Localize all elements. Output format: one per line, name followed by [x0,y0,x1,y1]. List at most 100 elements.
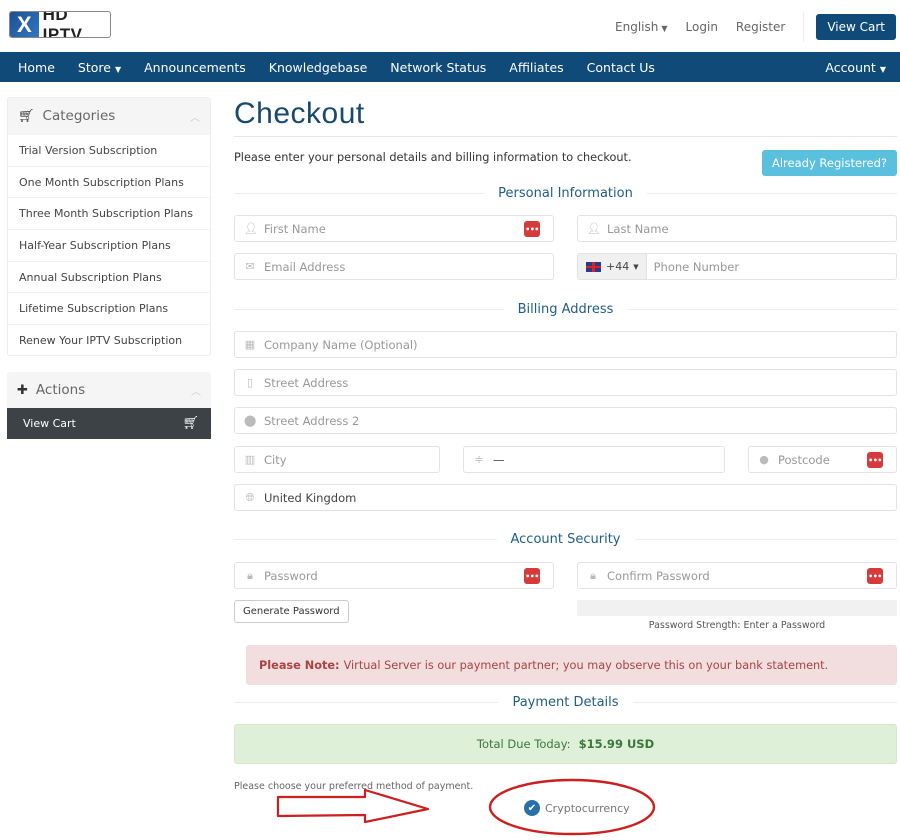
category-item[interactable]: One Month Subscription Plans [8,165,210,198]
postcode-field[interactable]: ● Postcode ••• [748,446,897,473]
confirm-password-field[interactable]: 🔒︎ Confirm Password ••• [577,562,897,589]
password-manager-icon[interactable]: ••• [524,568,540,584]
language-selector[interactable]: English ▼ [615,20,668,34]
lock-icon: 🔒︎ [590,568,596,582]
city-placeholder: City [264,452,287,467]
total-amount: $15.99 USD [578,737,655,751]
country-code: +44 [606,260,630,273]
company-name-field[interactable]: ▦ Company Name (Optional) [234,331,897,358]
nav-announcements[interactable]: Announcements [133,60,258,75]
divider [803,12,805,42]
section-title-text: Account Security [510,531,621,547]
category-item[interactable]: Annual Subscription Plans [8,260,210,293]
map-marker-icon: ⬤ [244,414,257,427]
chevron-up-icon[interactable]: ︿ [191,383,201,398]
payment-partner-note: Please Note: Virtual Server is our payme… [246,645,897,685]
password-strength-text: Password Strength: Enter a Password [648,620,826,631]
cart-icon: 🛒︎ [182,416,199,431]
main-nav: Home Store ▼ Announcements Knowledgebase … [0,52,900,82]
checkout-intro: Please enter your personal details and b… [234,151,632,164]
password-manager-icon[interactable]: ••• [867,452,883,468]
city-field[interactable]: ▥ City [234,446,440,473]
street-address-field[interactable]: ▯ Street Address [234,369,897,396]
country-code-selector[interactable]: +44 ▼ [578,254,647,279]
total-due-box: Total Due Today: $15.99 USD [234,724,897,764]
categories-header[interactable]: 🛒︎ Categories ︿ [8,98,210,134]
nav-affiliates[interactable]: Affiliates [498,60,575,75]
logo-text: HD IPTV [42,11,83,38]
state-value: — [493,452,505,467]
globe-icon: 🌐︎ [245,490,255,504]
nav-announcements-label: Announcements [144,59,246,75]
confirm-password-placeholder: Confirm Password [607,568,710,583]
logo[interactable]: X HD IPTV [9,11,111,38]
caret-down-icon: ▼ [114,64,122,74]
certificate-icon: ● [759,453,769,466]
actions-panel: ✚ Actions ︿ View Cart 🛒︎ [7,372,211,439]
actions-title: Actions [35,382,86,398]
category-item[interactable]: Renew Your IPTV Subscription [8,324,210,356]
nav-contact-us-label: Contact Us [586,59,655,75]
password-placeholder: Password [264,568,318,583]
section-account-security: Account Security [234,529,897,549]
nav-store-label: Store [77,59,111,75]
nav-knowledgebase[interactable]: Knowledgebase [258,60,380,75]
envelope-icon: ✉ [245,260,255,273]
category-item[interactable]: Half-Year Subscription Plans [8,229,210,261]
payment-method-label: Cryptocurrency [545,801,630,815]
categories-title: Categories [42,108,116,124]
nav-home-label: Home [18,59,55,75]
password-manager-icon[interactable]: ••• [867,568,883,584]
category-item[interactable]: Lifetime Subscription Plans [8,292,210,324]
email-placeholder: Email Address [264,259,346,274]
first-name-field[interactable]: 👤︎ First Name ••• [234,215,554,242]
street-address-2-field[interactable]: ⬤ Street Address 2 [234,407,897,434]
section-title-text: Billing Address [517,301,614,317]
section-title-text: Payment Details [512,694,619,710]
page-title: Checkout [234,97,897,137]
caret-down-icon: ▼ [879,64,886,74]
email-field[interactable]: ✉ Email Address [234,253,554,280]
check-circle-icon[interactable]: ✔ [524,800,540,816]
nav-contact-us[interactable]: Contact Us [576,60,667,75]
building-icon: ▦ [244,338,256,351]
nav-network-status-label: Network Status [390,59,487,75]
caret-down-icon: ▼ [633,262,639,271]
lock-icon: 🔒︎ [247,568,253,582]
top-links: English ▼ Login Register View Cart [615,12,900,42]
street2-placeholder: Street Address 2 [264,413,360,428]
password-field[interactable]: 🔒︎ Password ••• [234,562,554,589]
sidebar-view-cart[interactable]: View Cart 🛒︎ [7,408,211,439]
street-placeholder: Street Address [264,375,349,390]
login-link[interactable]: Login [686,20,718,34]
payment-method-prompt: Please choose your preferred method of p… [234,781,474,792]
section-payment-details: Payment Details [234,692,897,712]
nav-home[interactable]: Home [0,60,67,75]
last-name-field[interactable]: 👤︎ Last Name [577,215,897,242]
actions-header[interactable]: ✚ Actions ︿ [7,372,211,408]
building-columns-icon: ▥ [244,453,256,466]
nav-network-status[interactable]: Network Status [379,60,498,75]
payment-method-cryptocurrency[interactable]: ✔ Cryptocurrency [524,800,630,816]
already-registered-button[interactable]: Already Registered? [762,150,897,176]
user-icon: 👤︎ [587,222,601,235]
nav-account[interactable]: Account ▼ [814,60,900,75]
caret-down-icon: ▼ [661,24,668,33]
section-title-text: Personal Information [498,185,633,201]
category-item[interactable]: Three Month Subscription Plans [8,197,210,229]
site-header: X HD IPTV English ▼ Login Register View C… [0,0,900,52]
generate-password-button[interactable]: Generate Password [234,600,349,623]
view-cart-button[interactable]: View Cart [816,14,896,40]
chevron-up-icon[interactable]: ︿ [190,109,200,124]
categories-panel: 🛒︎ Categories ︿ Trial Version Subscripti… [7,97,211,356]
country-select[interactable]: 🌐︎ United Kingdom [234,484,897,511]
nav-store[interactable]: Store ▼ [67,60,133,75]
phone-field[interactable]: +44 ▼ Phone Number [577,253,897,280]
state-select[interactable]: ≑ — [463,446,725,473]
language-label: English [615,20,659,34]
password-manager-icon[interactable]: ••• [524,221,540,237]
category-item[interactable]: Trial Version Subscription [8,134,210,166]
sidebar-view-cart-label: View Cart [23,417,76,430]
building-icon: ▯ [246,376,254,389]
register-link[interactable]: Register [736,20,785,34]
